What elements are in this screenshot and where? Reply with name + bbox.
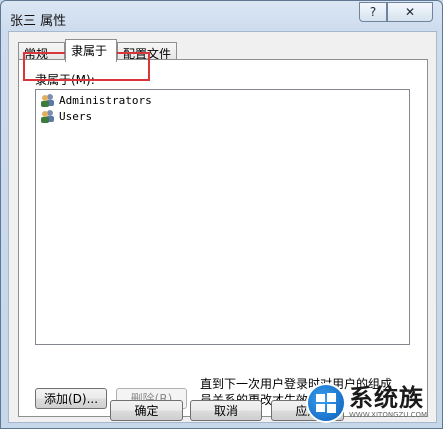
ok-button[interactable]: 确定 xyxy=(110,400,183,421)
list-item-users[interactable]: Users xyxy=(40,108,92,124)
site-watermark: 系统族 WWW.XITONGZU.COM xyxy=(306,376,443,429)
help-button[interactable]: ? xyxy=(359,2,387,22)
group-icon xyxy=(41,94,54,107)
list-item-administrators[interactable]: Administrators xyxy=(40,92,152,108)
windows-logo-icon xyxy=(306,382,346,423)
tab-member-of[interactable]: 隶属于 xyxy=(65,39,117,62)
properties-window: 张三 属性 ? ✕ 常规 隶属于 配置文件 隶属于(M): Administra… xyxy=(0,0,443,429)
group-name: Administrators xyxy=(59,93,152,107)
watermark-text: 系统族 WWW.XITONGZU.COM xyxy=(349,385,427,420)
window-title: 张三 属性 xyxy=(10,14,67,29)
cancel-button[interactable]: 取消 xyxy=(190,400,262,421)
group-listbox[interactable]: Administrators Users xyxy=(35,89,410,345)
close-button[interactable]: ✕ xyxy=(387,2,433,22)
watermark-url: WWW.XITONGZU.COM xyxy=(349,411,428,419)
add-button[interactable]: 添加(D)... xyxy=(35,388,107,409)
group-name: Users xyxy=(59,109,93,123)
member-of-panel: 隶属于(M): Administrators Users 添加(D)... 删除… xyxy=(18,59,428,417)
group-icon xyxy=(41,110,54,123)
dialog-client-area: 常规 隶属于 配置文件 隶属于(M): Administrators Users… xyxy=(8,31,437,423)
watermark-title: 系统族 xyxy=(349,384,424,412)
